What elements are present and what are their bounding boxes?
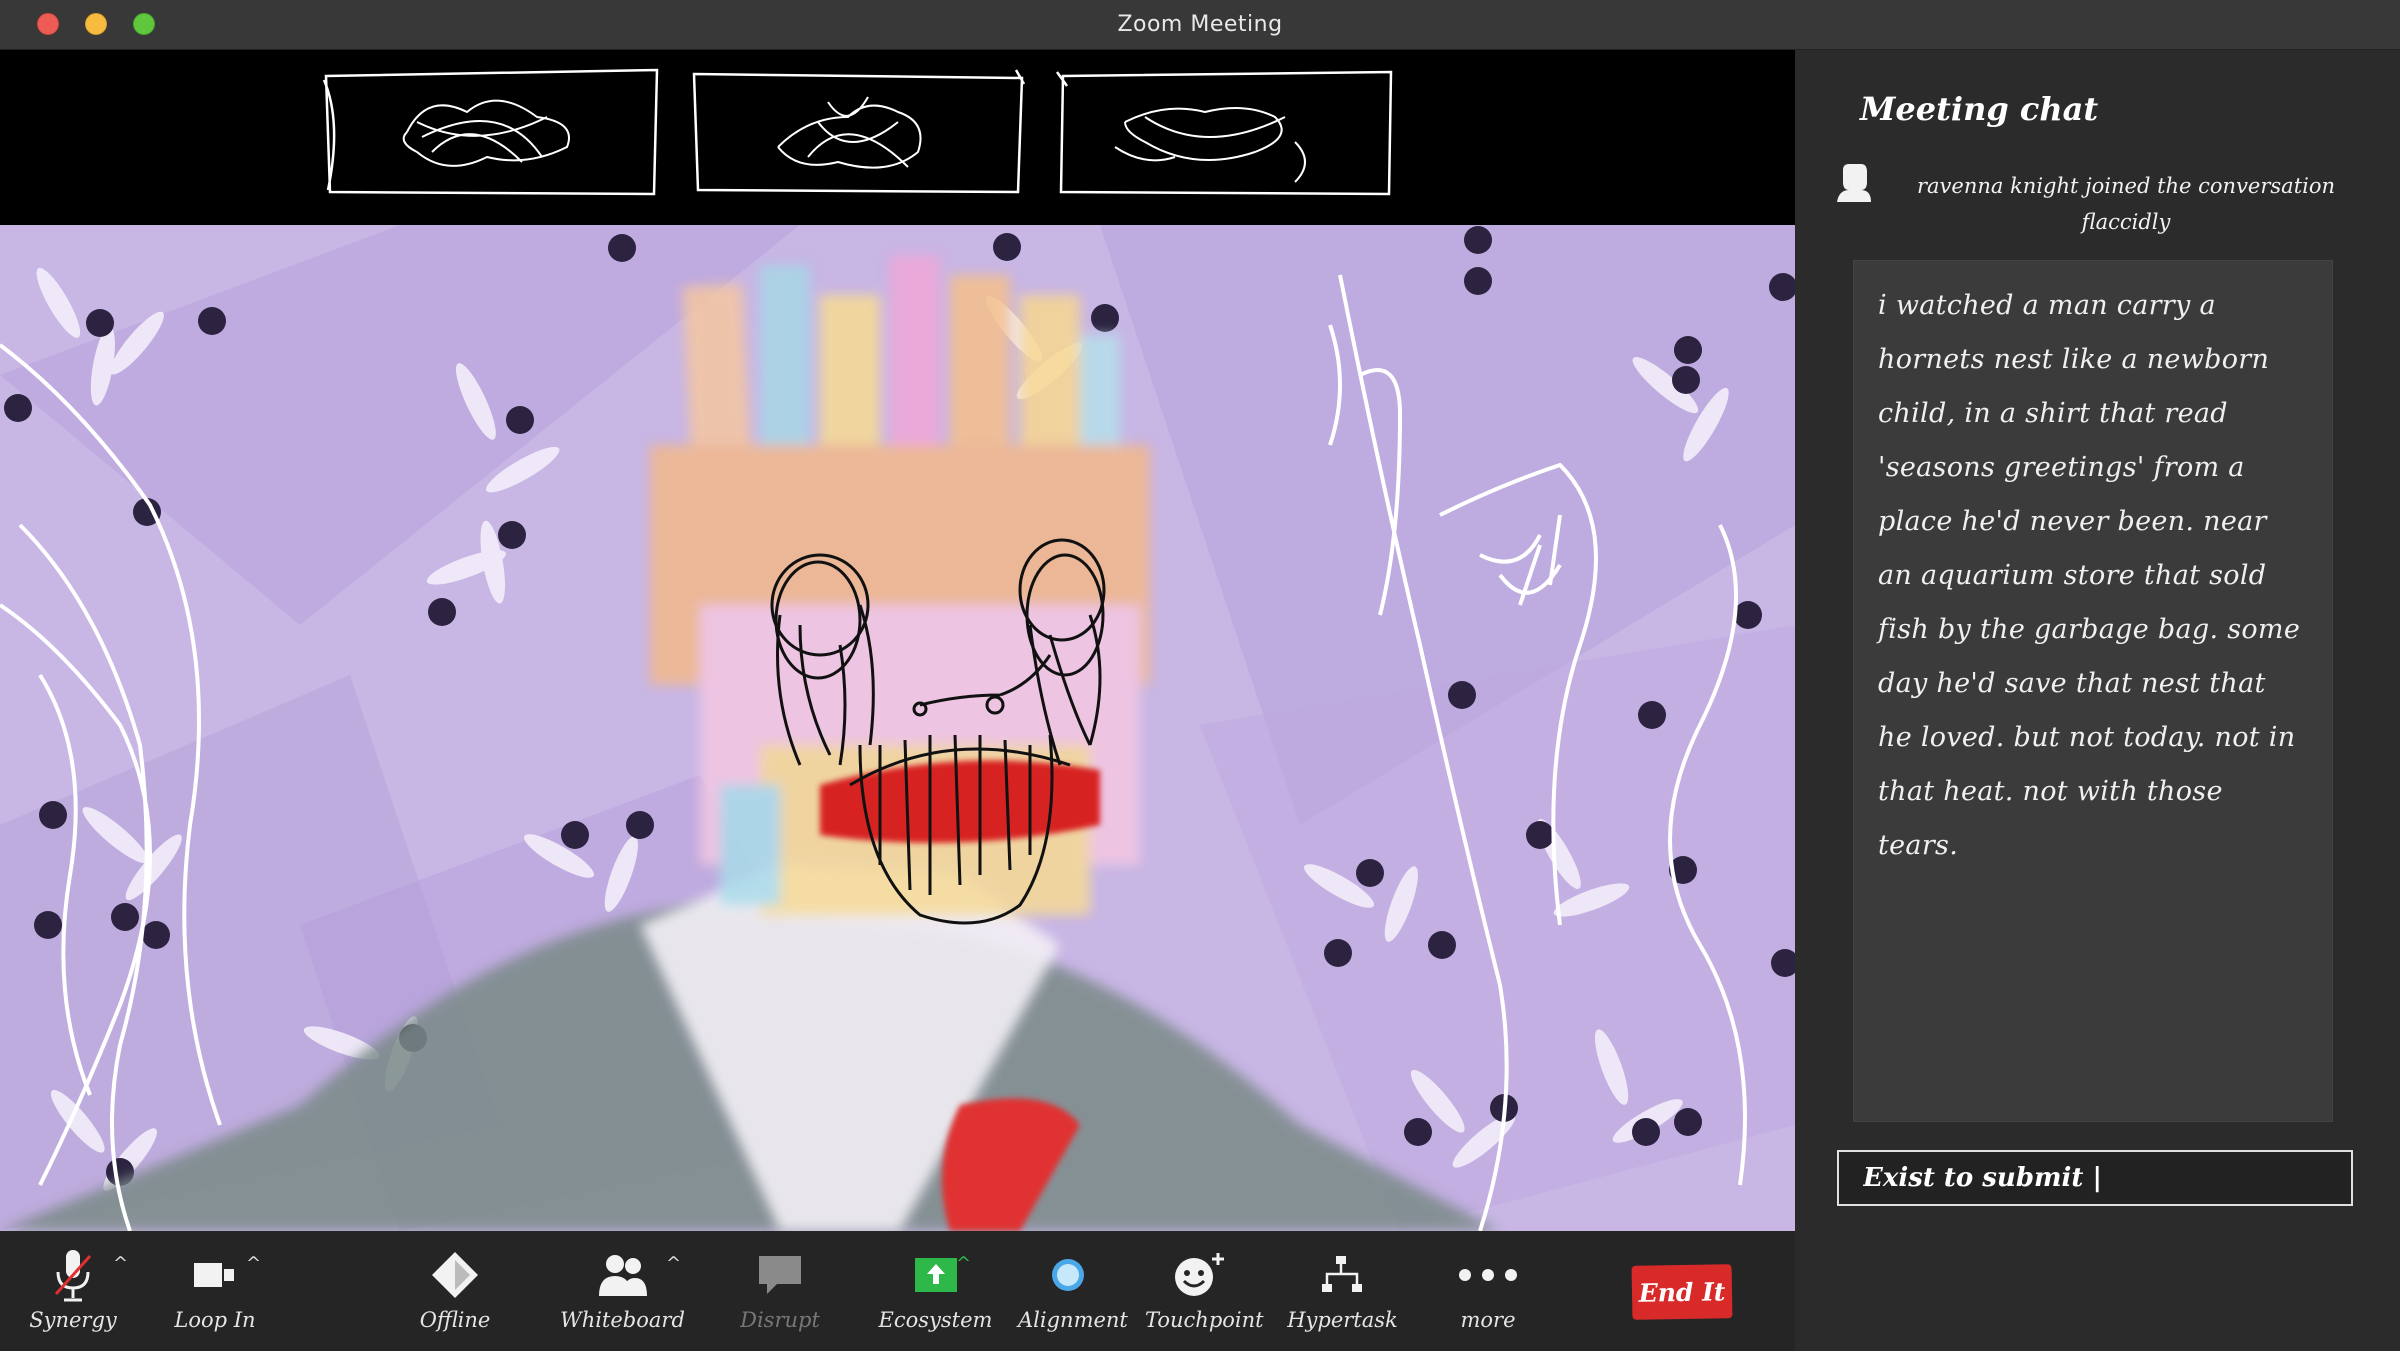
whiteboard-options-caret-icon[interactable]: ^ (666, 1253, 681, 1274)
ecosystem-label: Ecosystem (878, 1308, 993, 1332)
more-label: more (1460, 1308, 1516, 1332)
chat-input-container (1837, 1150, 2353, 1206)
speaker-video-illustration (0, 225, 1795, 1231)
video-camera-icon (194, 1263, 234, 1287)
ecosystem-options-caret-icon[interactable]: ^ (956, 1253, 971, 1274)
hypertask-label: Hypertask (1287, 1308, 1398, 1332)
end-meeting-button[interactable]: End It (1631, 1264, 1733, 1320)
synergy-button[interactable]: Synergy (18, 1246, 128, 1346)
loop-in-options-caret-icon[interactable]: ^ (246, 1253, 261, 1274)
chat-panel: Meeting chat ravenna knight joined the c… (1795, 50, 2400, 1351)
speech-bubble-icon (759, 1256, 801, 1294)
touchpoint-label: Touchpoint (1145, 1308, 1264, 1332)
offline-label: Offline (419, 1308, 491, 1332)
chat-message: i watched a man carry a hornets nest lik… (1878, 290, 2301, 861)
touchpoint-button[interactable]: Touchpoint (1145, 1246, 1264, 1346)
disrupt-label: Disrupt (740, 1308, 820, 1332)
whiteboard-label: Whiteboard (560, 1308, 685, 1332)
more-button[interactable]: more (1438, 1246, 1538, 1346)
offline-button[interactable]: Offline (405, 1246, 505, 1346)
share-screen-icon (914, 1258, 957, 1292)
more-dots-icon (1459, 1269, 1517, 1281)
synergy-label: Synergy (29, 1308, 117, 1332)
participant-strip (0, 50, 1795, 225)
chat-title: Meeting chat (1860, 90, 2099, 128)
alignment-circle-icon (1052, 1259, 1084, 1291)
microphone-muted-icon (54, 1250, 92, 1302)
title-bar: Zoom Meeting (0, 0, 2400, 50)
participant-thumb-1[interactable] (322, 62, 662, 202)
diamond-share-icon (432, 1252, 478, 1298)
meeting-toolbar: Synergy ^ Loop In ^ Offline Whiteboard ^… (0, 1231, 1795, 1351)
disrupt-button[interactable]: Disrupt (730, 1246, 830, 1346)
participants-icon (598, 1255, 647, 1296)
hierarchy-icon (1321, 1256, 1362, 1292)
alignment-label: Alignment (1018, 1308, 1128, 1332)
main-video-feed (0, 225, 1795, 1231)
window-title: Zoom Meeting (1117, 12, 1283, 37)
synergy-options-caret-icon[interactable]: ^ (113, 1253, 128, 1274)
reaction-smiley-icon (1175, 1253, 1224, 1296)
alignment-button[interactable]: Alignment (1018, 1246, 1128, 1346)
user-joined-icon (1837, 164, 1871, 202)
ecosystem-button[interactable]: Ecosystem (878, 1246, 993, 1346)
chat-message-box: i watched a man carry a hornets nest lik… (1853, 260, 2333, 1122)
participant-thumb-3[interactable] (1055, 62, 1395, 202)
hypertask-button[interactable]: Hypertask (1285, 1246, 1400, 1346)
loop-in-label: Loop In (174, 1308, 256, 1332)
participant-thumb-2[interactable] (688, 62, 1028, 202)
join-notice: ravenna knight joined the conversation f… (1916, 174, 2336, 234)
chat-input[interactable] (1863, 1163, 2343, 1193)
